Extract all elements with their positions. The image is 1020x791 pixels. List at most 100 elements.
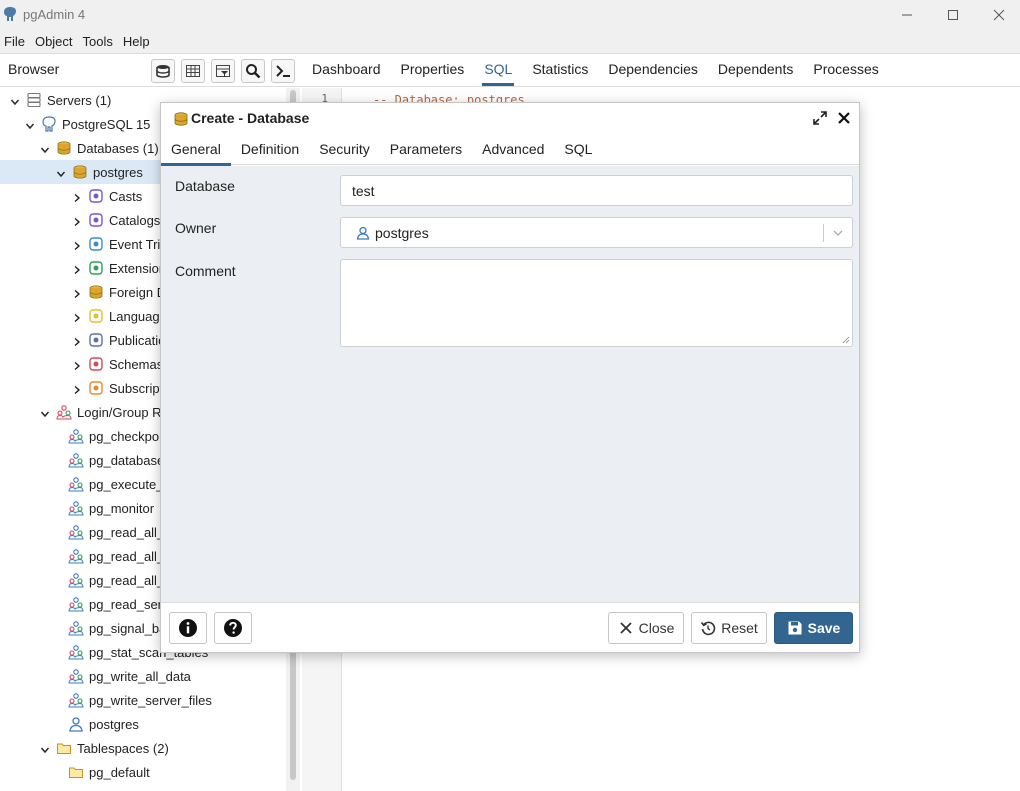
- psql-tool-button[interactable]: [271, 59, 295, 83]
- reset-icon: [701, 621, 716, 636]
- tree-item-label: pg_write_all_data: [89, 668, 191, 684]
- tree-item-label: Catalogs: [109, 212, 161, 228]
- group-role-icon: [68, 620, 84, 636]
- database-icon: [72, 164, 88, 180]
- tab-sql[interactable]: SQL: [554, 134, 602, 165]
- chevron-down-icon[interactable]: [25, 119, 35, 130]
- chevron-down-icon[interactable]: [40, 743, 50, 754]
- chevron-down-icon[interactable]: [40, 407, 50, 418]
- dialog-header[interactable]: Create - Database: [161, 103, 859, 134]
- tree-item-label: pg_monitor: [89, 500, 155, 516]
- comment-textarea[interactable]: [340, 259, 853, 347]
- tab-sql[interactable]: SQL: [474, 55, 522, 86]
- menu-tools[interactable]: Tools: [78, 34, 118, 49]
- tree-item[interactable]: pg_write_all_data: [0, 664, 300, 688]
- chevron-right-icon[interactable]: [72, 263, 82, 275]
- browser-label: Browser: [8, 61, 60, 77]
- chevron-right-icon[interactable]: [72, 359, 82, 371]
- chevron-right-icon[interactable]: [72, 191, 82, 203]
- tab-dependents[interactable]: Dependents: [708, 55, 804, 86]
- query-tool-button[interactable]: [151, 59, 175, 83]
- chevron-down-icon[interactable]: [832, 227, 844, 239]
- tab-dependencies[interactable]: Dependencies: [598, 55, 708, 86]
- expand-icon[interactable]: [813, 111, 827, 125]
- group-roles-icon: [56, 404, 72, 420]
- tab-properties[interactable]: Properties: [391, 55, 475, 86]
- tree-item[interactable]: Tablespaces (2): [0, 736, 300, 760]
- help-icon: [224, 619, 242, 637]
- language-icon: [88, 308, 104, 324]
- comment-label: Comment: [175, 263, 236, 279]
- chevron-right-icon[interactable]: [72, 239, 82, 251]
- chevron-right-icon[interactable]: [72, 215, 82, 227]
- database-name-field[interactable]: test: [340, 175, 853, 206]
- minimize-icon[interactable]: [884, 0, 930, 30]
- owner-label: Owner: [175, 220, 217, 236]
- info-icon: [179, 619, 197, 637]
- tree-item-label: pg_write_server_files: [89, 692, 212, 708]
- tablespaces-icon: [56, 740, 72, 756]
- tree-item-label: Databases (1): [77, 140, 159, 156]
- tab-processes[interactable]: Processes: [803, 55, 888, 86]
- subscription-icon: [88, 380, 104, 396]
- tablespace-icon: [68, 764, 84, 780]
- publication-icon: [88, 332, 104, 348]
- save-button-label: Save: [807, 620, 841, 636]
- close-icon[interactable]: [976, 0, 1020, 30]
- tree-item-label: postgres: [89, 716, 139, 732]
- resize-grip-icon[interactable]: [842, 336, 850, 344]
- table-icon: [186, 65, 200, 77]
- filtered-rows-button[interactable]: [211, 59, 235, 83]
- group-role-icon: [68, 548, 84, 564]
- save-button[interactable]: Save: [774, 612, 853, 644]
- info-button[interactable]: [169, 612, 207, 644]
- tree-item-label: Casts: [109, 188, 143, 204]
- menu-bar: File Object Tools Help: [0, 30, 1020, 54]
- tab-parameters[interactable]: Parameters: [380, 134, 472, 165]
- maximize-icon[interactable]: [930, 0, 976, 30]
- tab-definition[interactable]: Definition: [231, 134, 309, 165]
- tab-advanced[interactable]: Advanced: [472, 134, 554, 165]
- view-data-button[interactable]: [181, 59, 205, 83]
- chevron-right-icon[interactable]: [72, 311, 82, 323]
- tree-item[interactable]: pg_write_server_files: [0, 688, 300, 712]
- chevron-down-icon[interactable]: [40, 143, 50, 154]
- close-icon: [619, 622, 632, 634]
- close-icon[interactable]: [837, 111, 851, 125]
- servers-icon: [26, 92, 42, 108]
- chevron-right-icon[interactable]: [72, 335, 82, 347]
- tree-item[interactable]: postgres: [0, 712, 300, 736]
- dialog-footer: Close Reset Save: [161, 602, 859, 652]
- group-role-icon: [68, 476, 84, 492]
- help-button[interactable]: [214, 612, 252, 644]
- save-icon: [788, 621, 802, 635]
- menu-file[interactable]: File: [0, 34, 30, 49]
- owner-value: postgres: [375, 225, 429, 241]
- reset-button[interactable]: Reset: [691, 612, 767, 644]
- chevron-down-icon[interactable]: [10, 95, 20, 106]
- menu-object[interactable]: Object: [30, 34, 78, 49]
- user-icon: [356, 226, 370, 240]
- create-database-dialog: Create - Database General Definition Sec…: [160, 102, 860, 653]
- close-button[interactable]: Close: [608, 612, 684, 644]
- dialog-body: Database test Owner postgres Comment: [161, 166, 859, 602]
- search-objects-button[interactable]: [241, 59, 265, 83]
- tab-statistics[interactable]: Statistics: [522, 55, 598, 86]
- tree-item[interactable]: pg_default: [0, 760, 300, 784]
- tree-item-label: PostgreSQL 15: [62, 116, 151, 132]
- elephant-icon: [4, 7, 16, 21]
- databases-icon: [56, 140, 72, 156]
- owner-select[interactable]: postgres: [340, 217, 853, 248]
- extension-icon: [88, 260, 104, 276]
- tab-dashboard[interactable]: Dashboard: [302, 55, 391, 86]
- tab-general[interactable]: General: [161, 134, 231, 166]
- tab-security[interactable]: Security: [309, 134, 380, 165]
- tree-item-label: Schemas: [109, 356, 164, 372]
- chevron-down-icon[interactable]: [56, 167, 66, 178]
- tree-item-label: Servers (1): [47, 92, 112, 108]
- foreign-data-icon: [88, 284, 104, 300]
- menu-help[interactable]: Help: [118, 34, 155, 49]
- database-name-value: test: [352, 183, 375, 199]
- chevron-right-icon[interactable]: [72, 383, 82, 395]
- chevron-right-icon[interactable]: [72, 287, 82, 299]
